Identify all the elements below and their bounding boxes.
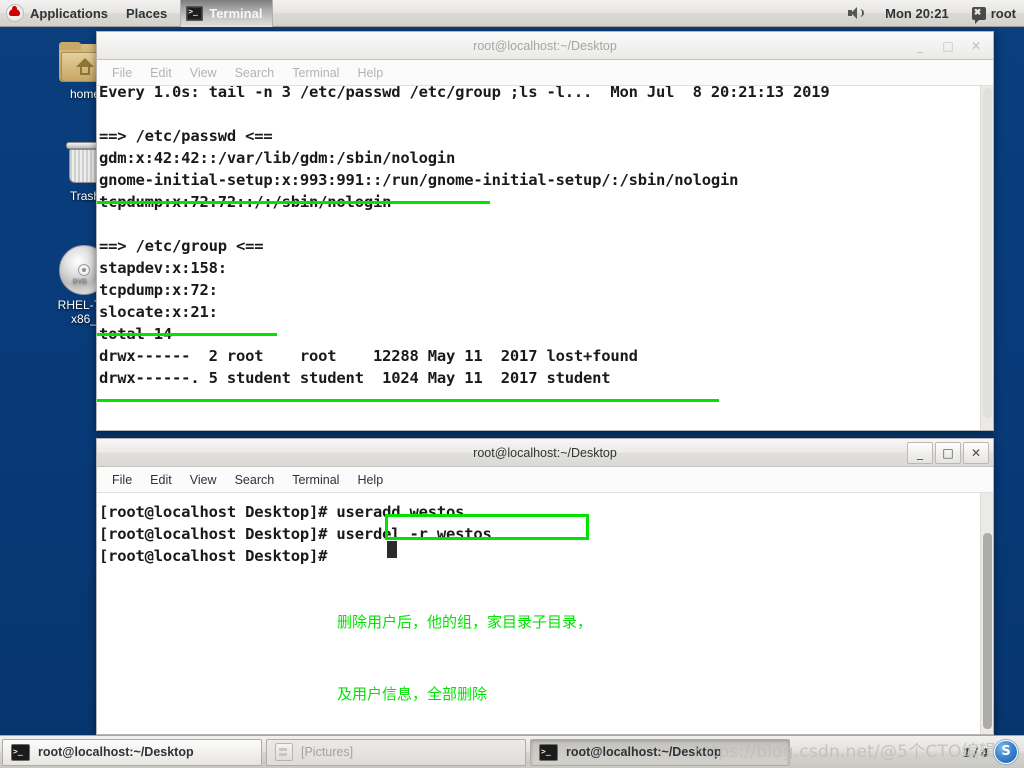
window-title: root@localhost:~/Desktop xyxy=(473,445,617,460)
terminal-icon xyxy=(11,743,30,761)
menu-file[interactable]: File xyxy=(103,471,141,489)
titlebar-back[interactable]: root@localhost:~/Desktop _ □ ✕ xyxy=(97,32,993,60)
window-buttons-back: _ □ ✕ xyxy=(907,32,989,60)
menu-terminal[interactable]: Terminal xyxy=(283,64,348,82)
titlebar-front[interactable]: root@localhost:~/Desktop _ □ ✕ xyxy=(97,439,993,467)
taskbar-item-label: [Pictures] xyxy=(301,745,354,759)
scrollbar-thumb-front[interactable] xyxy=(983,533,992,729)
menu-file[interactable]: File xyxy=(103,64,141,82)
redhat-logo-icon xyxy=(6,4,24,22)
terminal-window-back[interactable]: root@localhost:~/Desktop _ □ ✕ File Edit… xyxy=(96,31,994,431)
annotation-underline-passwd xyxy=(97,201,490,204)
menu-edit[interactable]: Edit xyxy=(141,471,181,489)
window-buttons-front: _ □ ✕ xyxy=(907,439,989,467)
menu-edit[interactable]: Edit xyxy=(141,64,181,82)
annotation-box-userdel xyxy=(385,514,589,540)
places-menu[interactable]: Places xyxy=(117,0,176,27)
menu-view[interactable]: View xyxy=(181,471,226,489)
user-menu[interactable]: root xyxy=(963,0,1024,27)
window-title: root@localhost:~/Desktop xyxy=(473,38,617,53)
menu-search[interactable]: Search xyxy=(226,471,284,489)
user-menu-label: root xyxy=(990,5,1016,21)
menu-view[interactable]: View xyxy=(181,64,226,82)
scrollbar-thumb-back[interactable] xyxy=(983,88,992,418)
terminal-cursor xyxy=(387,541,397,558)
taskbar-item-label: root@localhost:~/Desktop xyxy=(566,745,722,759)
annotation-underline-ls xyxy=(97,399,719,402)
desktop: home Trash DVD RHEL-7.3 x86_ root@localh… xyxy=(0,0,1024,768)
menu-terminal[interactable]: Terminal xyxy=(283,471,348,489)
maximize-button[interactable]: □ xyxy=(935,35,961,57)
menu-help[interactable]: Help xyxy=(348,64,392,82)
workspace-indicator[interactable]: 1 / 4 xyxy=(963,745,994,760)
taskbar-item-label: root@localhost:~/Desktop xyxy=(38,745,194,759)
menubar-back: File Edit View Search Terminal Help xyxy=(97,60,993,86)
scrollbar-front[interactable] xyxy=(980,493,993,734)
terminal-content-front[interactable]: [root@localhost Desktop]# useradd westos… xyxy=(97,493,993,734)
annotation-underline-group xyxy=(97,333,277,336)
taskbar: root@localhost:~/Desktop [Pictures] root… xyxy=(0,735,1024,768)
applications-menu[interactable]: Applications xyxy=(0,0,117,27)
annotation-line-2: 及用户信息，全部删除 xyxy=(337,685,488,703)
clock[interactable]: Mon 20:21 xyxy=(876,0,963,27)
terminal-icon xyxy=(539,743,558,761)
menu-help[interactable]: Help xyxy=(348,471,392,489)
terminal-content-back[interactable]: Every 1.0s: tail -n 3 /etc/passwd /etc/g… xyxy=(97,86,993,430)
annotation-note: 删除用户后，他的组，家目录子目录， 及用户信息，全部删除 xyxy=(337,562,592,734)
sogou-input-icon[interactable] xyxy=(994,740,1018,764)
taskbar-item-terminal-1[interactable]: root@localhost:~/Desktop xyxy=(2,738,262,766)
taskbar-item-pictures[interactable]: [Pictures] xyxy=(266,738,526,766)
terminal-window-front[interactable]: root@localhost:~/Desktop _ □ ✕ File Edit… xyxy=(96,438,994,735)
menubar-front: File Edit View Search Terminal Help xyxy=(97,467,993,493)
menu-search[interactable]: Search xyxy=(226,64,284,82)
minimize-button[interactable]: _ xyxy=(907,35,933,57)
close-button[interactable]: ✕ xyxy=(963,35,989,57)
panel-window-button-terminal[interactable]: Terminal xyxy=(180,0,274,27)
minimize-button[interactable]: _ xyxy=(907,442,933,464)
applications-menu-label: Applications xyxy=(30,5,109,21)
volume-button[interactable] xyxy=(838,0,876,27)
scrollbar-back[interactable] xyxy=(980,86,993,430)
terminal-output-back: Every 1.0s: tail -n 3 /etc/passwd /etc/g… xyxy=(99,86,830,387)
volume-icon xyxy=(847,5,865,21)
maximize-button[interactable]: □ xyxy=(935,442,961,464)
annotation-line-1: 删除用户后，他的组，家目录子目录， xyxy=(337,613,593,631)
terminal-icon xyxy=(186,5,204,21)
user-status-icon xyxy=(971,5,986,24)
taskbar-item-terminal-2[interactable]: root@localhost:~/Desktop xyxy=(530,738,790,766)
top-panel: Applications Places Terminal Mon 20:21 r… xyxy=(0,0,1024,27)
panel-window-button-label: Terminal xyxy=(209,5,263,21)
close-button[interactable]: ✕ xyxy=(963,442,989,464)
pictures-icon xyxy=(275,743,293,761)
